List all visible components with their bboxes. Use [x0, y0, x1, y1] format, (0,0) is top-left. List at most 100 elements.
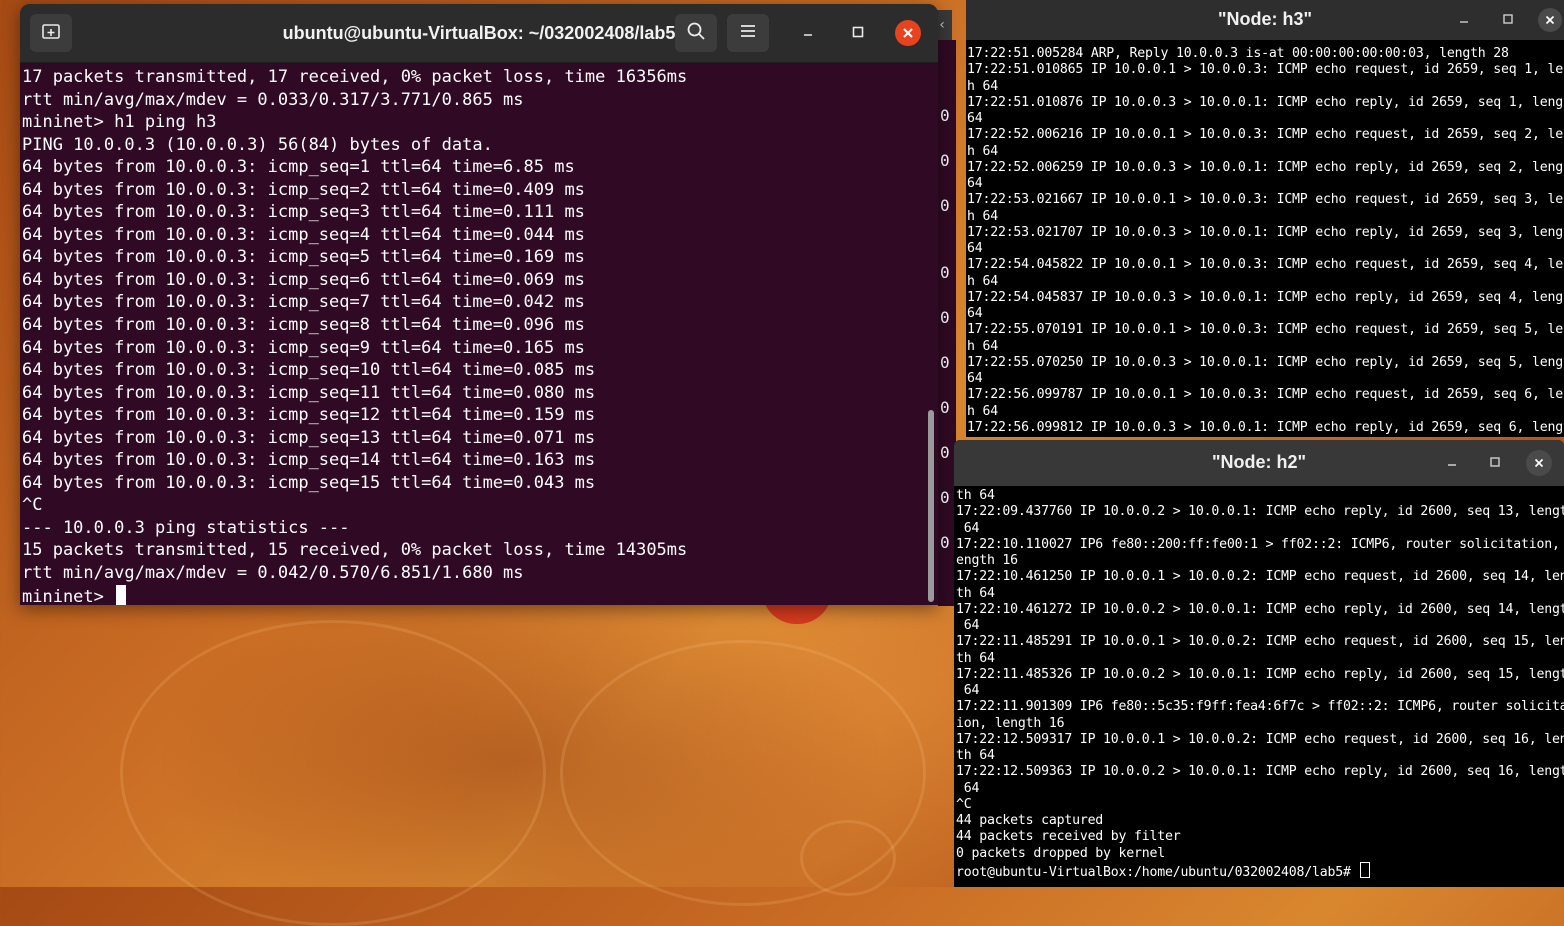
- terminal-line: 17:22:12.509317 IP 10.0.0.1 > 10.0.0.2: …: [956, 731, 1564, 747]
- terminal-line: 64 bytes from 10.0.0.3: icmp_seq=2 ttl=6…: [22, 179, 585, 200]
- terminal-line: 17:22:53.021707 IP 10.0.0.3 > 10.0.0.1: …: [967, 224, 1564, 240]
- minimize-button[interactable]: [1440, 451, 1464, 475]
- search-button[interactable]: [675, 14, 717, 52]
- terminal-line: 64 bytes from 10.0.0.3: icmp_seq=3 ttl=6…: [22, 202, 585, 223]
- terminal-line: 17 packets transmitted, 17 received, 0% …: [22, 67, 688, 87]
- terminal-line: 64 bytes from 10.0.0.3: icmp_seq=5 ttl=6…: [22, 247, 585, 268]
- terminal-line: 17:22:51.010876 IP 10.0.0.3 > 10.0.0.1: …: [967, 94, 1564, 110]
- terminal-line: 17:22:56.099787 IP 10.0.0.1 > 10.0.0.3: …: [967, 387, 1564, 403]
- terminal-line: 17:22:11.485291 IP 10.0.0.1 > 10.0.0.2: …: [956, 634, 1564, 650]
- maximize-icon: [1502, 11, 1514, 29]
- minimize-icon: [1446, 454, 1458, 472]
- terminal-line: 44 packets captured: [956, 813, 1104, 828]
- h2-terminal-window[interactable]: "Node: h2" th 64 17:22:09.437760 IP 10.0.…: [954, 440, 1564, 887]
- terminal-line: 64 bytes from 10.0.0.3: icmp_seq=6 ttl=6…: [22, 269, 585, 290]
- minimize-button[interactable]: [1452, 8, 1476, 32]
- wallpaper-swirl: [120, 620, 546, 926]
- terminal-line: 64 bytes from 10.0.0.3: icmp_seq=4 ttl=6…: [22, 224, 585, 245]
- close-icon: [902, 24, 914, 43]
- terminal-line: h 64: [967, 338, 998, 354]
- terminal-line: 17:22:12.509363 IP 10.0.0.2 > 10.0.0.1: …: [956, 764, 1564, 780]
- h3-terminal-output[interactable]: 17:22:51.005284 ARP, Reply 10.0.0.3 is-a…: [967, 46, 1564, 436]
- h3-terminal-window[interactable]: "Node: h3" 17:22:51.005284 ARP, Reply 10…: [966, 0, 1564, 437]
- terminal-text: 0: [940, 398, 950, 417]
- terminal-line: 17:22:55.070250 IP 10.0.0.3 > 10.0.0.1: …: [967, 354, 1564, 370]
- terminal-line: h 64: [967, 273, 998, 289]
- terminal-text: 0: [940, 151, 950, 170]
- terminal-line: th 64: [956, 748, 995, 763]
- terminal-prompt: root@ubuntu-VirtualBox:/home/ubuntu/0320…: [956, 864, 1359, 880]
- terminal-line: 64 bytes from 10.0.0.3: icmp_seq=12 ttl=…: [22, 405, 596, 426]
- terminal-line: 17:22:10.110027 IP6 fe80::200:ff:fe00:1 …: [956, 536, 1564, 552]
- terminal-line: 64 bytes from 10.0.0.3: icmp_seq=14 ttl=…: [22, 450, 596, 471]
- minimize-icon: [801, 24, 815, 43]
- terminal-line: 17:22:11.485326 IP 10.0.0.2 > 10.0.0.1: …: [956, 666, 1564, 682]
- terminal-prompt: mininet>: [22, 586, 115, 605]
- h2-terminal-output[interactable]: th 64 17:22:09.437760 IP 10.0.0.2 > 10.0.…: [956, 488, 1564, 881]
- terminal-text: 0: [940, 196, 950, 215]
- terminal-line: 0 packets dropped by kernel: [956, 845, 1165, 861]
- terminal-line: ion, length 16: [956, 715, 1065, 731]
- terminal-line: 64: [956, 618, 980, 633]
- terminal-line: 64 bytes from 10.0.0.3: icmp_seq=10 ttl=…: [22, 360, 596, 381]
- minimize-button[interactable]: [795, 20, 821, 46]
- search-icon: [686, 21, 706, 45]
- terminal-line: 64: [967, 111, 983, 126]
- maximize-button[interactable]: [1483, 451, 1507, 475]
- close-icon: [1545, 11, 1555, 29]
- terminal-line: 64 bytes from 10.0.0.3: icmp_seq=1 ttl=6…: [22, 157, 575, 178]
- terminal-line: 64: [967, 306, 983, 321]
- terminal-line: 44 packets received by filter: [956, 829, 1181, 845]
- terminal-line: 64 bytes from 10.0.0.3: icmp_seq=9 ttl=6…: [22, 337, 585, 358]
- terminal-line: 64 bytes from 10.0.0.3: icmp_seq=13 ttl=…: [22, 427, 596, 448]
- terminal-text: 0: [940, 533, 950, 552]
- terminal-line: 64 bytes from 10.0.0.3: icmp_seq=11 ttl=…: [22, 382, 596, 403]
- terminal-line: mininet> h1 ping h3: [22, 112, 217, 133]
- terminal-line: h 64: [967, 78, 998, 94]
- terminal-line: 17:22:52.006216 IP 10.0.0.1 > 10.0.0.3: …: [967, 127, 1564, 143]
- terminal-cursor: [1360, 861, 1371, 878]
- terminal-line: 17:22:09.437760 IP 10.0.0.2 > 10.0.0.1: …: [956, 504, 1564, 520]
- main-terminal-titlebar[interactable]: ubuntu@ubuntu-VirtualBox: ~/032002408/la…: [20, 4, 938, 63]
- maximize-button[interactable]: [1496, 8, 1520, 32]
- terminal-line: ^C: [956, 796, 972, 812]
- terminal-line: 64: [967, 241, 983, 256]
- close-button[interactable]: [895, 20, 921, 46]
- main-terminal-window[interactable]: ubuntu@ubuntu-VirtualBox: ~/032002408/la…: [20, 4, 938, 605]
- scrollbar-thumb[interactable]: [928, 410, 934, 602]
- terminal-line: rtt min/avg/max/mdev = 0.033/0.317/3.771…: [22, 89, 524, 110]
- terminal-line: 64: [967, 176, 983, 191]
- terminal-line: 64 bytes from 10.0.0.3: icmp_seq=8 ttl=6…: [22, 315, 585, 336]
- close-button[interactable]: [1538, 8, 1562, 32]
- h3-titlebar[interactable]: "Node: h3": [966, 0, 1564, 40]
- wallpaper-swirl: [800, 820, 896, 896]
- terminal-text: 0: [940, 106, 950, 125]
- terminal-line: --- 10.0.0.3 ping statistics ---: [22, 517, 350, 538]
- terminal-line: 17:22:10.461272 IP 10.0.0.2 > 10.0.0.1: …: [956, 601, 1564, 617]
- menu-button[interactable]: [727, 14, 769, 52]
- terminal-line: h 64: [967, 208, 998, 224]
- terminal-prompt-line[interactable]: root@ubuntu-VirtualBox:/home/ubuntu/0320…: [956, 861, 1564, 881]
- terminal-line: th 64: [956, 650, 995, 666]
- terminal-line: th 64: [956, 488, 995, 503]
- close-button[interactable]: [1526, 450, 1552, 476]
- terminal-line: 17:22:10.461250 IP 10.0.0.1 > 10.0.0.2: …: [956, 569, 1564, 585]
- main-terminal-output[interactable]: 17 packets transmitted, 17 received, 0% …: [20, 66, 924, 605]
- terminal-line: rtt min/avg/max/mdev = 0.042/0.570/6.851…: [22, 563, 524, 584]
- maximize-icon: [851, 24, 865, 43]
- terminal-line: 64: [967, 371, 983, 386]
- terminal-line: 15 packets transmitted, 15 received, 0% …: [22, 540, 688, 561]
- h2-titlebar[interactable]: "Node: h2": [954, 440, 1564, 486]
- terminal-line: 17:22:55.070191 IP 10.0.0.1 > 10.0.0.3: …: [967, 322, 1564, 338]
- terminal-line: 64: [956, 520, 980, 536]
- terminal-line: 17:22:53.021667 IP 10.0.0.1 > 10.0.0.3: …: [967, 192, 1564, 208]
- hamburger-menu-icon: [739, 23, 757, 43]
- terminal-text: 0: [940, 488, 950, 507]
- terminal-prompt-line[interactable]: mininet>: [22, 584, 924, 605]
- terminal-text: 0: [940, 443, 950, 462]
- maximize-icon: [1489, 454, 1501, 472]
- terminal-line: 17:22:51.010865 IP 10.0.0.1 > 10.0.0.3: …: [967, 62, 1564, 78]
- terminal-line: ength 16: [956, 553, 1018, 568]
- terminal-line: h 64: [967, 143, 998, 159]
- maximize-button[interactable]: [845, 20, 871, 46]
